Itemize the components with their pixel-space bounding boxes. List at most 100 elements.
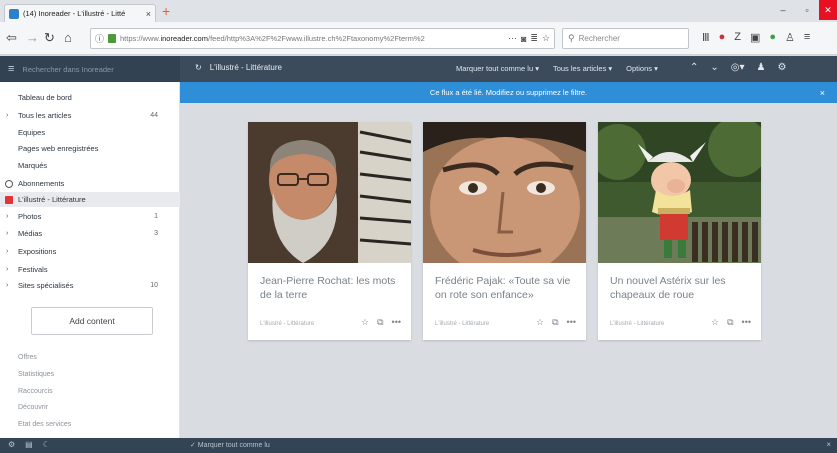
sidebar-item-photos[interactable]: › Photos 1 — [0, 209, 180, 224]
open-external-icon[interactable]: ⧉ — [552, 317, 558, 328]
article-card[interactable]: Un nouvel Astérix sur les chapeaux de ro… — [598, 122, 761, 340]
browser-tab[interactable]: (14) Inoreader - L'illustré - Litté × — [4, 4, 156, 22]
article-headline[interactable]: Un nouvel Astérix sur les chapeaux de ro… — [610, 274, 752, 302]
footer-link-statistics[interactable]: Statistiques — [18, 371, 54, 378]
star-icon[interactable]: ☆ — [361, 317, 369, 328]
footer-link-offers[interactable]: Offres — [18, 354, 37, 361]
sidebar-item-label: Equipes — [18, 128, 46, 137]
chevron-right-icon[interactable]: › — [6, 266, 8, 273]
notice-close-button[interactable]: × — [820, 88, 825, 98]
settings-gear-icon[interactable]: ⚙ — [778, 62, 787, 73]
sidebar-item-subscriptions[interactable]: Abonnements — [0, 176, 180, 191]
forward-icon[interactable]: → — [26, 30, 39, 46]
sidebar-item-festivals[interactable]: › Festivals — [0, 262, 180, 277]
layout-icon[interactable]: ▤ — [25, 440, 33, 449]
reader-view-icon[interactable]: ≣ — [530, 33, 538, 44]
chevron-right-icon[interactable]: › — [6, 112, 8, 119]
close-window-button[interactable]: ✕ — [819, 0, 837, 20]
new-tab-button[interactable]: + — [162, 4, 170, 18]
bottom-bar: ⚙ ▤ ☾ ✓ Marquer tout comme lu × — [0, 438, 837, 453]
mark-all-read-dropdown[interactable]: Marquer tout comme lu ▾ — [456, 64, 539, 73]
search-icon: ⚲ — [568, 33, 575, 43]
sidebar-item-label: Abonnements — [18, 179, 65, 188]
sidebar-search[interactable]: ≡ Rechercher dans Inoreader — [0, 56, 180, 82]
article-source[interactable]: L'illustré - Littérature — [610, 321, 664, 327]
browser-titlebar: (14) Inoreader - L'illustré - Litté × + … — [0, 0, 837, 22]
search-bar[interactable]: ⚲ Rechercher — [562, 28, 689, 49]
page-actions-icon[interactable]: ⋯ — [508, 33, 517, 44]
minimize-button[interactable]: – — [771, 0, 795, 20]
sidebar-item-label: Photos — [18, 212, 42, 221]
pocket-toolbar-icon[interactable]: ● — [719, 31, 726, 44]
chevron-right-icon[interactable]: › — [6, 230, 8, 237]
article-actions: ☆ ⧉ ••• — [536, 317, 576, 328]
article-source[interactable]: L'illustré - Littérature — [435, 321, 489, 327]
search-placeholder: Rechercher — [578, 34, 620, 43]
close-icon[interactable]: × — [826, 440, 831, 449]
footer-link-shortcuts[interactable]: Raccourcis — [18, 388, 53, 395]
star-icon[interactable]: ☆ — [711, 317, 719, 328]
url-text[interactable]: https://www.inoreader.com/feed/http%3A%2… — [120, 34, 504, 43]
open-external-icon[interactable]: ⧉ — [727, 317, 733, 328]
refresh-icon[interactable]: ↻ — [195, 63, 202, 72]
filter-articles-dropdown[interactable]: Tous les articles ▾ — [553, 64, 612, 73]
mark-all-read-button[interactable]: ✓ Marquer tout comme lu — [190, 441, 270, 449]
article-thumbnail[interactable] — [248, 122, 411, 263]
article-headline[interactable]: Jean-Pierre Rochat: les mots de la terre — [260, 274, 402, 302]
view-mode-icon[interactable]: ◎▾ — [731, 62, 745, 73]
article-thumbnail[interactable] — [598, 122, 761, 263]
back-icon[interactable]: ⇦ — [6, 30, 17, 46]
article-card[interactable]: Frédéric Pajak: «Toute sa vie on rote so… — [423, 122, 586, 340]
screenshot-icon[interactable]: ▣ — [750, 31, 760, 44]
sidebar-item-dashboard[interactable]: Tableau de bord — [0, 90, 180, 105]
notifications-icon[interactable]: ♟ — [757, 62, 766, 73]
article-source[interactable]: L'illustré - Littérature — [260, 321, 314, 327]
footer-link-discover[interactable]: Découvrir — [18, 404, 48, 411]
pocket-icon[interactable]: ◙ — [521, 34, 526, 44]
article-thumbnail[interactable] — [423, 122, 586, 263]
chevron-right-icon[interactable]: › — [6, 248, 8, 255]
maximize-button[interactable]: ▫ — [795, 0, 819, 20]
settings-icon[interactable]: ⚙ — [8, 440, 15, 449]
article-headline[interactable]: Frédéric Pajak: «Toute sa vie on rote so… — [435, 274, 577, 302]
tab-title: (14) Inoreader - L'illustré - Litté — [23, 9, 126, 18]
sidebar-item-expositions[interactable]: › Expositions — [0, 244, 180, 259]
star-icon[interactable]: ☆ — [536, 317, 544, 328]
sidebar-item-specialized-sites[interactable]: › Sites spécialisés 10 — [0, 278, 180, 293]
chevron-down-icon[interactable]: ⌄ — [710, 62, 718, 73]
article-card[interactable]: Jean-Pierre Rochat: les mots de la terre… — [248, 122, 411, 340]
subscriptions-icon — [5, 179, 13, 188]
hamburger-icon[interactable]: ≡ — [8, 63, 14, 75]
sidebar-item-medias[interactable]: › Médias 3 — [0, 226, 180, 241]
library-icon[interactable]: Ⅲ — [702, 31, 710, 44]
sidebar-item-teams[interactable]: Equipes — [0, 125, 180, 140]
reload-icon[interactable]: ↻ — [44, 30, 55, 46]
more-icon[interactable]: ••• — [567, 317, 576, 328]
sidebar-item-saved-pages[interactable]: Pages web enregistrées — [0, 141, 180, 156]
feed-title: L'illustré - Littérature — [209, 63, 282, 72]
footer-link-service-status[interactable]: Etat des services — [18, 421, 71, 428]
home-icon[interactable]: ⌂ — [64, 30, 72, 46]
more-icon[interactable]: ••• — [392, 317, 401, 328]
sidebar-item-all-articles[interactable]: › Tous les articles 44 — [0, 108, 180, 123]
unread-count: 10 — [150, 282, 158, 289]
account-icon[interactable]: ♙ — [785, 31, 795, 44]
app-topbar: ≡ Rechercher dans Inoreader ↻ L'illustré… — [0, 56, 837, 82]
open-external-icon[interactable]: ⧉ — [377, 317, 383, 328]
more-icon[interactable]: ••• — [742, 317, 751, 328]
add-content-button[interactable]: Add content — [31, 307, 153, 335]
tab-close-button[interactable]: × — [146, 9, 151, 19]
sidebar-item-illustre-litterature[interactable]: L'illustré - Littérature — [0, 192, 180, 207]
chevron-up-icon[interactable]: ⌃ — [690, 62, 698, 73]
extension-icon[interactable]: ● — [769, 31, 776, 44]
url-bar[interactable]: ⓘ https://www.inoreader.com/feed/http%3A… — [90, 28, 555, 49]
bookmark-star-icon[interactable]: ☆ — [542, 33, 550, 44]
night-mode-icon[interactable]: ☾ — [43, 440, 50, 449]
chevron-right-icon[interactable]: › — [6, 213, 8, 220]
menu-icon[interactable]: ≡ — [804, 31, 810, 44]
options-dropdown[interactable]: Options ▾ — [626, 64, 658, 73]
sidebar-item-starred[interactable]: Marqués — [0, 158, 180, 173]
zotero-icon[interactable]: Z — [734, 31, 741, 44]
chevron-right-icon[interactable]: › — [6, 282, 8, 289]
info-icon[interactable]: ⓘ — [95, 32, 104, 45]
